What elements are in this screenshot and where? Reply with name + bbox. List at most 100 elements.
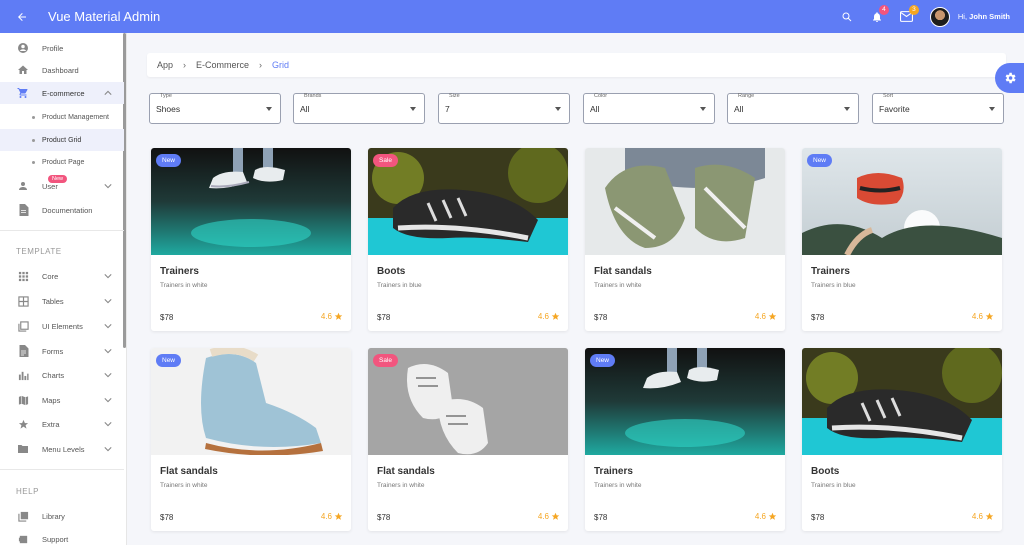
document-icon bbox=[16, 203, 30, 217]
product-name[interactable]: Boots bbox=[377, 266, 405, 277]
sidebar-item-menu-levels[interactable]: Menu Levels bbox=[0, 438, 124, 460]
gear-icon bbox=[1005, 72, 1016, 84]
sidebar-item-ui-elements[interactable]: UI Elements bbox=[0, 315, 124, 337]
product-card[interactable]: New Trainers Trainers in blue $78 4.6 bbox=[802, 148, 1002, 331]
product-price: $78 bbox=[377, 313, 391, 322]
breadcrumb: App › E-Commerce › Grid bbox=[147, 53, 1006, 77]
sidebar-item-profile[interactable]: Profile bbox=[0, 37, 124, 59]
home-icon bbox=[16, 63, 30, 77]
account-circle-icon bbox=[16, 41, 30, 55]
product-image[interactable] bbox=[368, 348, 568, 455]
product-image[interactable] bbox=[151, 148, 351, 255]
product-image[interactable] bbox=[585, 348, 785, 455]
notifications-count: 4 bbox=[878, 5, 889, 15]
product-name[interactable]: Trainers bbox=[811, 266, 850, 277]
product-card[interactable]: Boots Trainers in blue $78 4.6 bbox=[802, 348, 1002, 531]
product-card[interactable]: Sale Boots Trainers in blue $78 4.6 bbox=[368, 148, 568, 331]
product-name[interactable]: Boots bbox=[811, 466, 839, 477]
product-card[interactable]: New Trainers Trainers in white $78 4.6 bbox=[151, 148, 351, 331]
filter-size[interactable]: Size 7 bbox=[438, 93, 570, 124]
chevron-down-icon bbox=[104, 322, 112, 330]
product-image[interactable] bbox=[802, 348, 1002, 455]
product-description: Trainers in blue bbox=[377, 282, 422, 289]
sidebar-item-maps[interactable]: Maps bbox=[0, 389, 124, 411]
breadcrumb-ecommerce[interactable]: E-Commerce bbox=[196, 60, 249, 70]
chevron-down-icon bbox=[104, 396, 112, 404]
product-card[interactable]: Sale Flat sandals Trainers in white $78 … bbox=[368, 348, 568, 531]
star-icon bbox=[16, 417, 30, 431]
product-name[interactable]: Flat sandals bbox=[594, 266, 652, 277]
product-image[interactable] bbox=[585, 148, 785, 255]
section-label-help: HELP bbox=[16, 487, 39, 496]
sidebar-item-charts[interactable]: Charts bbox=[0, 364, 124, 386]
sidebar-item-ecommerce[interactable]: E-commerce bbox=[0, 82, 124, 104]
chevron-right-icon: › bbox=[259, 60, 263, 70]
breadcrumb-app[interactable]: App bbox=[157, 60, 173, 70]
product-image[interactable] bbox=[151, 348, 351, 455]
sidebar-subitem-product-grid[interactable]: Product Grid bbox=[0, 129, 124, 151]
sidebar-item-core[interactable]: Core bbox=[0, 265, 124, 287]
chevron-down-icon bbox=[104, 420, 112, 428]
avatar[interactable] bbox=[929, 6, 950, 27]
sale-badge: Sale bbox=[373, 154, 399, 167]
product-rating: 4.6 bbox=[321, 312, 343, 321]
sidebar-subitem-product-management[interactable]: Product Management bbox=[0, 106, 124, 128]
star-icon bbox=[334, 312, 343, 320]
star-icon bbox=[985, 312, 994, 320]
product-description: Trainers in white bbox=[160, 482, 208, 489]
notifications-button[interactable]: 4 bbox=[862, 0, 892, 33]
new-badge: New bbox=[807, 154, 833, 167]
product-name[interactable]: Flat sandals bbox=[377, 466, 435, 477]
product-image[interactable] bbox=[368, 148, 568, 255]
sidebar-item-extra[interactable]: Extra bbox=[0, 413, 124, 435]
filter-color[interactable]: Color All bbox=[583, 93, 715, 124]
star-icon bbox=[985, 512, 994, 520]
user-name: John Smith bbox=[969, 12, 1010, 21]
messages-button[interactable]: 3 bbox=[892, 0, 922, 33]
dropdown-arrow-icon bbox=[266, 107, 272, 111]
sidebar-item-tables[interactable]: Tables bbox=[0, 290, 124, 312]
sidebar-item-forms[interactable]: Forms bbox=[0, 340, 124, 362]
filter-range[interactable]: Range All bbox=[727, 93, 859, 124]
table-icon bbox=[16, 294, 30, 308]
star-icon bbox=[768, 312, 777, 320]
settings-button[interactable] bbox=[995, 63, 1024, 93]
product-description: Trainers in white bbox=[594, 482, 642, 489]
sidebar-subitem-product-page[interactable]: Product Page bbox=[0, 151, 124, 173]
sidebar-item-documentation[interactable]: Documentation bbox=[0, 199, 124, 221]
chevron-down-icon bbox=[104, 371, 112, 379]
grid-icon bbox=[16, 269, 30, 283]
back-button[interactable] bbox=[0, 0, 44, 33]
star-icon bbox=[551, 512, 560, 520]
star-icon bbox=[768, 512, 777, 520]
sidebar-item-dashboard[interactable]: Dashboard bbox=[0, 59, 124, 81]
chevron-right-icon: › bbox=[183, 60, 187, 70]
product-card[interactable]: New Trainers Trainers in white $78 4.6 bbox=[585, 348, 785, 531]
sidebar-item-support[interactable]: Support bbox=[0, 528, 124, 545]
product-price: $78 bbox=[160, 313, 174, 322]
product-card[interactable]: New Flat sandals Trainers in white $78 4… bbox=[151, 348, 351, 531]
sidebar-item-library[interactable]: Library bbox=[0, 505, 124, 527]
product-rating: 4.6 bbox=[321, 512, 343, 521]
user-greeting[interactable]: Hi, John Smith bbox=[958, 12, 1010, 21]
search-button[interactable] bbox=[832, 0, 862, 33]
product-price: $78 bbox=[160, 513, 174, 522]
sidebar: Profile Dashboard E-commerce Product Man… bbox=[0, 33, 127, 545]
star-icon bbox=[334, 512, 343, 520]
product-image[interactable] bbox=[802, 148, 1002, 255]
product-card[interactable]: Flat sandals Trainers in white $78 4.6 bbox=[585, 148, 785, 331]
product-rating: 4.6 bbox=[755, 312, 777, 321]
product-rating: 4.6 bbox=[755, 512, 777, 521]
new-badge: New bbox=[156, 354, 182, 367]
layers-icon bbox=[16, 319, 30, 333]
filter-brands[interactable]: Brands All bbox=[293, 93, 425, 124]
product-name[interactable]: Trainers bbox=[160, 266, 199, 277]
product-price: $78 bbox=[377, 513, 391, 522]
new-badge: New bbox=[156, 154, 182, 167]
filter-type[interactable]: Type Shoes bbox=[149, 93, 281, 124]
product-rating: 4.6 bbox=[538, 512, 560, 521]
product-name[interactable]: Trainers bbox=[594, 466, 633, 477]
filter-sort[interactable]: Sort Favorite bbox=[872, 93, 1004, 124]
chevron-down-icon bbox=[104, 297, 112, 305]
product-name[interactable]: Flat sandals bbox=[160, 466, 218, 477]
